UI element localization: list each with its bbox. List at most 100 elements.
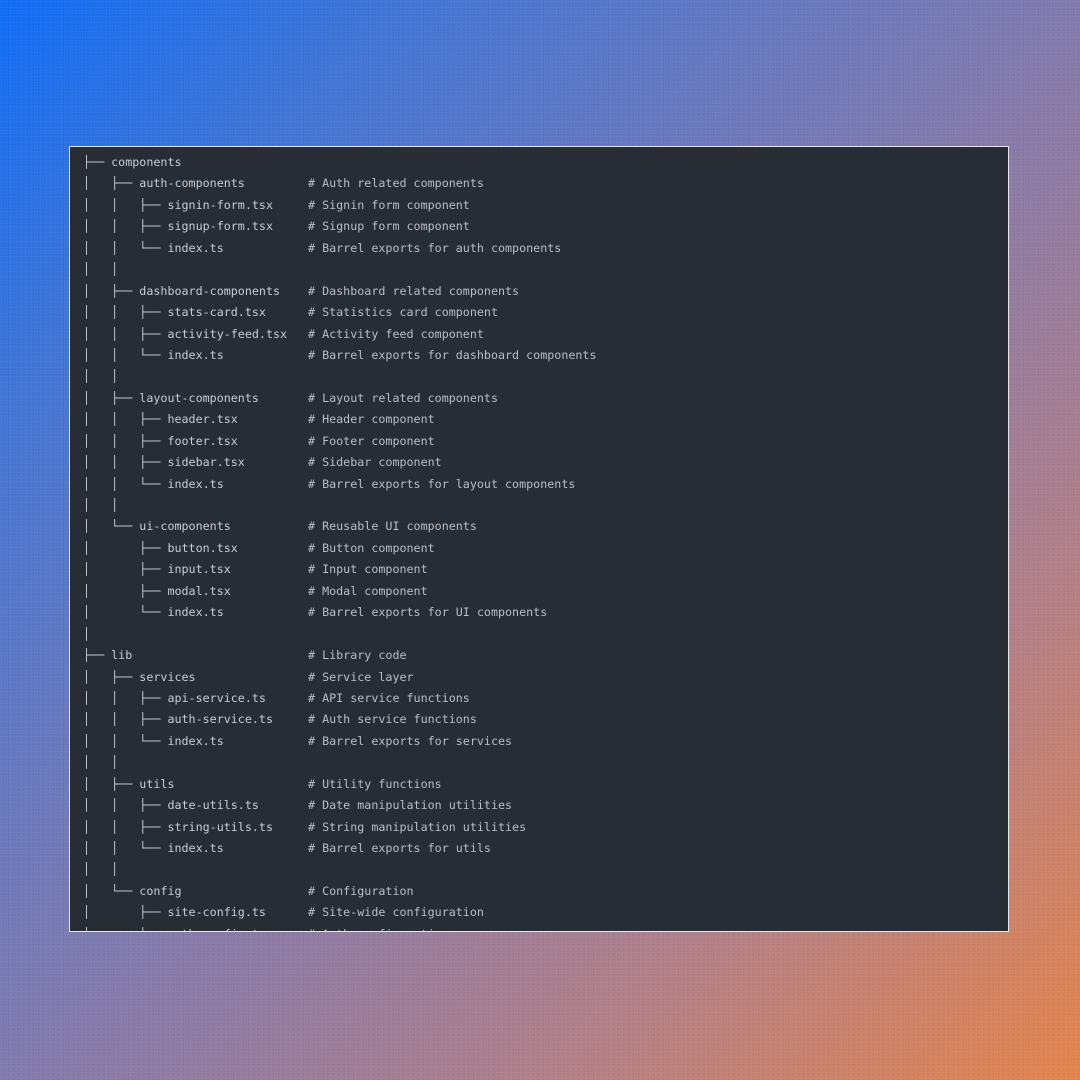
tree-comment: # Auth configuration: [308, 924, 449, 931]
tree-line: │ │ ├── auth-service.ts # Auth service fu…: [83, 709, 597, 730]
tree-line: │ │: [83, 259, 597, 280]
tree-path: │ │ ├── string-utils.ts: [83, 819, 273, 834]
tree-path: │ │ ├── signin-form.tsx: [83, 197, 273, 212]
tree-line: │ │ ├── stats-card.tsx # Statistics card …: [83, 302, 597, 323]
tree-line: │ └── ui-components # Reusable UI compone…: [83, 516, 597, 537]
tree-line: │ │ ├── sidebar.tsx # Sidebar component: [83, 452, 597, 473]
tree-line: │ ├── button.tsx # Button component: [83, 538, 597, 559]
tree-comment: # Barrel exports for utils: [308, 841, 491, 855]
tree-path: │ │ └── index.ts: [83, 733, 224, 748]
tree-comment: # Barrel exports for services: [308, 733, 513, 748]
tree-line: │ ├── site-config.ts # Site-wide configur…: [83, 902, 597, 923]
tree-line: │ │ └── index.ts # Barrel exports for aut…: [83, 238, 597, 259]
tree-path: │ │ └── index.ts: [83, 240, 224, 255]
tree-comment: # Header component: [308, 412, 435, 427]
tree-line: │ └── config # Configuration: [83, 881, 597, 902]
tree-comment: # Configuration: [308, 883, 414, 898]
tree-comment: # Barrel exports for auth components: [308, 240, 562, 255]
tree-line: │ │ ├── api-service.ts # API service func…: [83, 688, 597, 709]
tree-comment: # Signin form component: [308, 197, 470, 212]
tree-line: │: [83, 624, 597, 645]
tree-line: │ │ ├── activity-feed.tsx # Activity feed…: [83, 324, 597, 345]
tree-path: │ │ ├── header.tsx: [83, 412, 238, 427]
tree-line: ├── components: [83, 152, 597, 173]
tree-path: │ │: [83, 755, 119, 770]
tree-line: │ │: [83, 752, 597, 773]
tree-comment: # Site-wide configuration: [308, 905, 484, 920]
tree-path: │ ├── layout-components: [83, 390, 259, 405]
tree-comment: # Service layer: [308, 669, 414, 684]
tree-line: │ │: [83, 366, 597, 387]
tree-path: ├── components: [83, 155, 182, 169]
tree-path: │ ├── dashboard-components: [83, 283, 281, 298]
tree-comment: # Auth service functions: [308, 712, 477, 727]
code-panel: ├── components │ ├── auth-components # Aut…: [69, 146, 1009, 932]
tree-path: │: [83, 626, 91, 641]
tree-comment: # Input component: [308, 562, 428, 577]
tree-path: │ ├── button.tsx: [83, 540, 238, 555]
tree-path: │ │ ├── sidebar.tsx: [83, 455, 245, 470]
tree-line: │ ├── layout-components # Layout related …: [83, 388, 597, 409]
tree-comment: # Button component: [308, 540, 435, 555]
tree-line: │ │ ├── signin-form.tsx # Signin form com…: [83, 195, 597, 216]
tree-path: │ ├── auth-components: [83, 176, 245, 191]
tree-line: │ ├── services # Service layer: [83, 667, 597, 688]
tree-comment: # Activity feed component: [308, 326, 484, 341]
tree-line: │ │ ├── signup-form.tsx # Signup form com…: [83, 216, 597, 237]
tree-comment: # Reusable UI components: [308, 519, 477, 534]
tree-comment: # Library code: [308, 648, 407, 663]
tree-path: │ │ └── index.ts: [83, 347, 224, 362]
tree-comment: # Barrel exports for dashboard component…: [308, 347, 597, 362]
tree-path: │ ├── utils: [83, 776, 175, 791]
tree-line: │ ├── auth-components # Auth related comp…: [83, 173, 597, 194]
tree-comment: # Modal component: [308, 583, 428, 598]
tree-path: │ │: [83, 862, 119, 877]
tree-path: │ │ ├── auth-service.ts: [83, 712, 273, 727]
tree-line: │ │ ├── string-utils.ts # String manipula…: [83, 817, 597, 838]
tree-line: │ ├── utils # Utility functions: [83, 774, 597, 795]
tree-path: │ │: [83, 262, 119, 277]
tree-line: │ │ └── index.ts # Barrel exports for lay…: [83, 474, 597, 495]
tree-line: │ │ └── index.ts # Barrel exports for ser…: [83, 731, 597, 752]
tree-path: │ ├── services: [83, 669, 196, 684]
tree-comment: # API service functions: [308, 690, 470, 705]
tree-comment: # Statistics card component: [308, 305, 498, 320]
tree-path: │ │ └── index.ts: [83, 476, 224, 491]
tree-comment: # Auth related components: [308, 176, 484, 191]
tree-line: │ │ ├── footer.tsx # Footer component: [83, 431, 597, 452]
tree-comment: # String manipulation utilities: [308, 819, 527, 834]
tree-line: │ ├── input.tsx # Input component: [83, 559, 597, 580]
tree-path: │ └── ui-components: [83, 519, 231, 534]
tree-line: ├── lib # Library code: [83, 645, 597, 666]
tree-path: │ │ ├── date-utils.ts: [83, 798, 259, 813]
tree-line: │ │: [83, 859, 597, 880]
tree-path: │ │ ├── api-service.ts: [83, 690, 266, 705]
tree-path: ├── lib: [83, 648, 133, 663]
tree-line: │ │ ├── date-utils.ts # Date manipulation…: [83, 795, 597, 816]
tree-comment: # Layout related components: [308, 390, 498, 405]
tree-path: │ │ ├── footer.tsx: [83, 433, 238, 448]
tree-path: │ └── config: [83, 883, 182, 898]
tree-comment: # Dashboard related components: [308, 283, 520, 298]
tree-line: │ │: [83, 495, 597, 516]
tree-comment: # Date manipulation utilities: [308, 798, 513, 813]
tree-comment: # Signup form component: [308, 219, 470, 234]
tree-line: │ │ ├── header.tsx # Header component: [83, 409, 597, 430]
tree-path: │ └── auth-config.ts: [83, 924, 308, 931]
tree-path: │ │ ├── stats-card.tsx: [83, 305, 266, 320]
tree-path: │ │ ├── activity-feed.tsx: [83, 326, 288, 341]
tree-path: │ └── index.ts: [83, 605, 224, 620]
tree-comment: # Barrel exports for layout components: [308, 476, 576, 491]
tree-path: │ ├── modal.tsx: [83, 583, 231, 598]
tree-line: │ │ └── index.ts # Barrel exports for uti…: [83, 838, 597, 859]
tree-line: │ └── auth-config.ts# Auth configuration: [83, 924, 597, 931]
tree-comment: # Barrel exports for UI components: [308, 605, 548, 620]
directory-tree: ├── components │ ├── auth-components # Aut…: [83, 152, 597, 931]
tree-comment: # Footer component: [308, 433, 435, 448]
tree-line: │ └── index.ts # Barrel exports for UI co…: [83, 602, 597, 623]
tree-path: │ │: [83, 498, 119, 512]
tree-line: │ ├── modal.tsx # Modal component: [83, 581, 597, 602]
tree-path: │ │ └── index.ts: [83, 841, 224, 855]
tree-path: │ ├── site-config.ts: [83, 905, 266, 920]
tree-path: │ │: [83, 369, 119, 384]
